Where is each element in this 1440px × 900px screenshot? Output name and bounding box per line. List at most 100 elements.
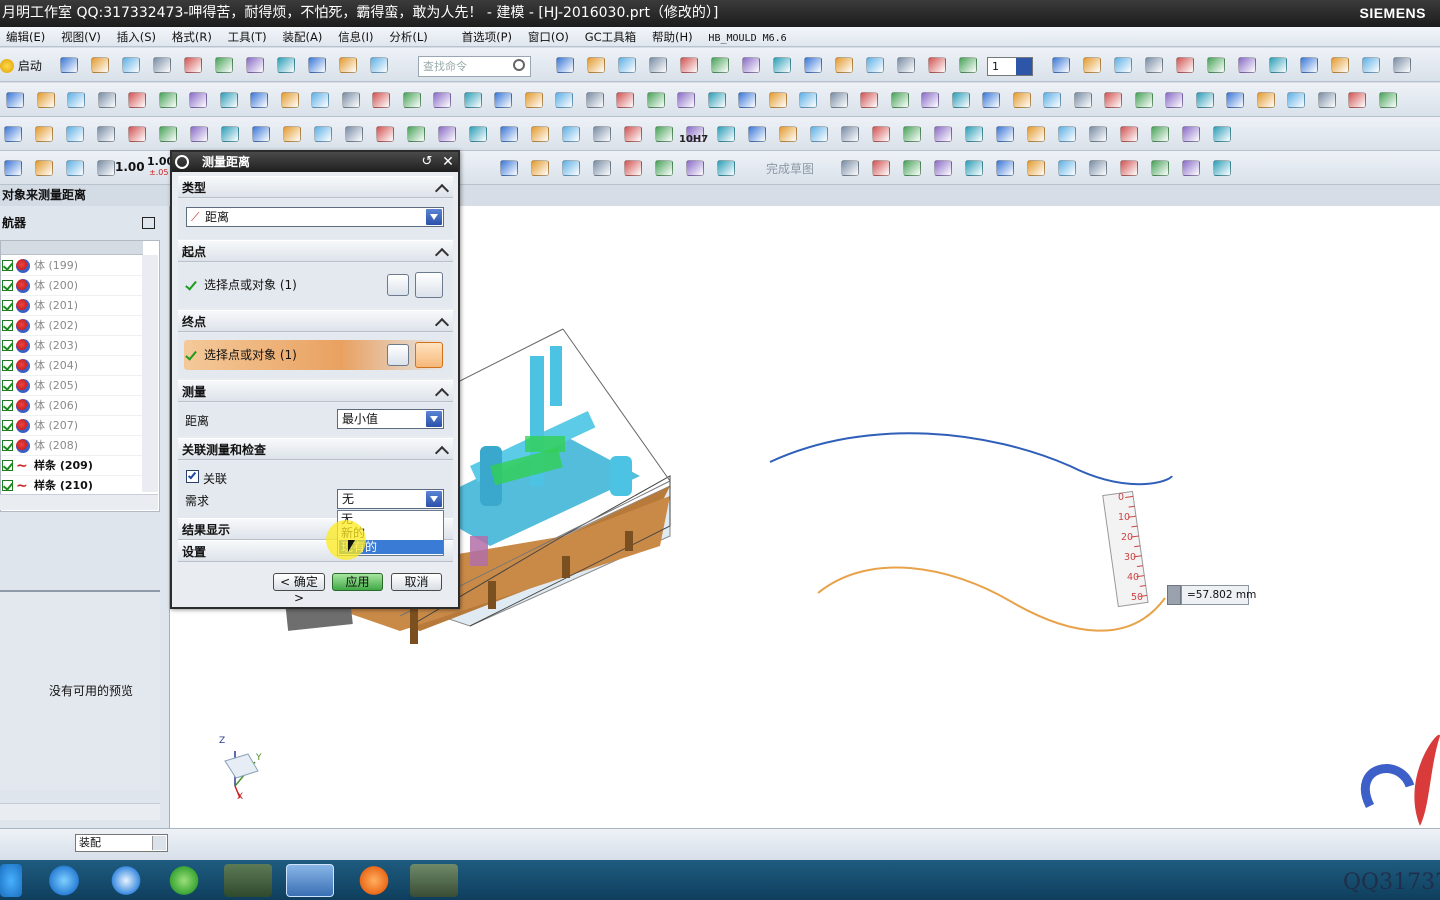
toolbar-tool-icon[interactable]: [841, 160, 859, 176]
toolbar-tool-icon[interactable]: [1213, 126, 1231, 142]
toolbar-tool-icon[interactable]: [860, 92, 878, 108]
toolbar-tool-icon[interactable]: [1300, 57, 1318, 73]
toolbar-tool-icon[interactable]: [804, 57, 822, 73]
toolbar-tool-icon[interactable]: [372, 92, 390, 108]
toolbar-tool-icon[interactable]: [283, 126, 301, 142]
toolbar-tool-icon[interactable]: [190, 126, 208, 142]
toolbar-tool-icon[interactable]: [1052, 57, 1070, 73]
toolbar-tool-icon[interactable]: [184, 57, 202, 73]
navigator-row[interactable]: 体 (204): [1, 356, 143, 376]
toolbar-tool-icon[interactable]: [556, 57, 574, 73]
toolbar-tool-icon[interactable]: [717, 160, 735, 176]
toolbar-tool-icon[interactable]: [1331, 57, 1349, 73]
point-options-button[interactable]: [415, 272, 443, 298]
toolbar-tool-icon[interactable]: [959, 57, 977, 73]
navigator-row[interactable]: 体 (199): [1, 256, 143, 276]
toolbar-tool-icon[interactable]: [277, 57, 295, 73]
toolbar-tool-icon[interactable]: [402, 92, 421, 108]
visibility-checkbox[interactable]: [2, 400, 13, 411]
toolbar-tool-icon[interactable]: [655, 126, 673, 142]
toolbar-tool-icon[interactable]: [4, 126, 22, 142]
recorder-app-icon[interactable]: [410, 864, 458, 897]
menu-hb-mould[interactable]: HB_MOULD M6.6: [702, 29, 792, 49]
toolbar-tool-icon[interactable]: [36, 92, 55, 108]
toolbar-tool-icon[interactable]: [1195, 92, 1214, 108]
toolbar-tool-icon[interactable]: [314, 126, 332, 142]
toolbar-tool-icon[interactable]: [339, 57, 357, 73]
toolbar-tool-icon[interactable]: [1058, 126, 1076, 142]
toolbar-tool-icon[interactable]: [1089, 126, 1107, 142]
toolbar-tool-icon[interactable]: [1083, 57, 1101, 73]
toolbar-tool-icon[interactable]: [1120, 160, 1138, 176]
associative-checkbox[interactable]: [186, 470, 199, 483]
toolbar-tool-icon[interactable]: [345, 126, 363, 142]
visibility-checkbox[interactable]: [2, 360, 13, 371]
menu-view[interactable]: 视图(V): [55, 27, 107, 47]
toolbar-tool-icon[interactable]: [593, 160, 611, 176]
toolbar-tool-icon[interactable]: [934, 126, 952, 142]
toolbar-tool-icon[interactable]: [1287, 92, 1305, 108]
lower-spline-curve[interactable]: [817, 566, 1166, 632]
toolbar-tool-icon[interactable]: [996, 160, 1014, 176]
upper-spline-curve[interactable]: [769, 432, 1173, 486]
toolbar-tool-icon[interactable]: [1073, 92, 1092, 108]
toolbar-tool-icon[interactable]: [996, 126, 1014, 142]
start-menu-button[interactable]: 启动: [0, 57, 42, 74]
toolbar-tool-icon[interactable]: [158, 92, 177, 108]
toolbar-tool-icon[interactable]: [1089, 160, 1107, 176]
toolbar-tool-icon[interactable]: [872, 126, 890, 142]
toolbar-tool-icon[interactable]: [189, 92, 207, 108]
toolbar-tool-icon[interactable]: [469, 126, 487, 142]
section-start-point[interactable]: 起点: [178, 240, 453, 263]
toolbar-tool-icon[interactable]: [524, 92, 543, 108]
nx-app-icon[interactable]: [286, 864, 334, 897]
toolbar-tool-icon[interactable]: [280, 92, 299, 108]
menu-assembly[interactable]: 装配(A): [276, 27, 328, 47]
menu-info[interactable]: 信息(I): [332, 27, 379, 47]
toolbar-tool-icon[interactable]: [965, 126, 983, 142]
cancel-button[interactable]: 取消: [391, 573, 442, 591]
toolbar-tool-icon[interactable]: [742, 57, 760, 73]
toolbar-tool-icon[interactable]: [680, 57, 698, 73]
toolbar-tool-icon[interactable]: [1120, 126, 1138, 142]
collapse-icon[interactable]: [434, 445, 450, 461]
toolbar-tool-icon[interactable]: [1058, 160, 1076, 176]
toolbar-tool-icon[interactable]: [1348, 92, 1366, 108]
toolbar-tool-icon[interactable]: [1317, 92, 1336, 108]
terminal-app-icon[interactable]: [224, 864, 272, 897]
toolbar-tool-icon[interactable]: [97, 92, 116, 108]
point-options-button[interactable]: [415, 342, 443, 368]
toolbar-tool-icon[interactable]: [921, 92, 939, 108]
toolbar-tool-icon[interactable]: [311, 92, 329, 108]
toolbar-tool-icon[interactable]: [60, 57, 78, 73]
toolbar-tool-icon[interactable]: [866, 57, 884, 73]
menu-window[interactable]: 窗口(O): [522, 27, 575, 47]
toolbar-tool-icon[interactable]: [624, 126, 642, 142]
browser-icon[interactable]: [40, 864, 88, 897]
menu-preferences[interactable]: 首选项(P): [456, 27, 518, 47]
toolbar-tool-icon[interactable]: [308, 57, 326, 73]
visibility-checkbox[interactable]: [2, 300, 13, 311]
toolbar-tool-icon[interactable]: [1256, 92, 1275, 108]
point-dialog-button[interactable]: [387, 344, 409, 366]
navigator-row[interactable]: 体 (201): [1, 296, 143, 316]
toolbar-tool-icon[interactable]: [66, 126, 84, 142]
toolbar-tool-icon[interactable]: [1393, 57, 1411, 73]
toolbar-tool-icon[interactable]: [835, 57, 853, 73]
toolbar-tool-icon[interactable]: [890, 92, 909, 108]
selection-scope-select[interactable]: 装配: [75, 834, 168, 852]
toolbar-tool-icon[interactable]: [646, 92, 665, 108]
toolbar-tool-icon[interactable]: [649, 57, 667, 73]
toolbar-tool-icon[interactable]: [1027, 126, 1045, 142]
section-end-point[interactable]: 终点: [178, 310, 453, 333]
navigator-vertical-scrollbar[interactable]: [142, 255, 158, 492]
toolbar-tool-icon[interactable]: [97, 160, 115, 176]
toolbar-tool-icon[interactable]: [624, 160, 642, 176]
toolbar-tool-icon[interactable]: [717, 126, 735, 142]
toolbar-tool-icon[interactable]: [4, 160, 22, 176]
toolbar-tool-icon[interactable]: [1104, 92, 1122, 108]
toolbar-tool-icon[interactable]: [1226, 92, 1244, 108]
network-app-icon[interactable]: [102, 864, 150, 897]
visibility-checkbox[interactable]: [2, 420, 13, 431]
toolbar-tool-icon[interactable]: [159, 126, 177, 142]
